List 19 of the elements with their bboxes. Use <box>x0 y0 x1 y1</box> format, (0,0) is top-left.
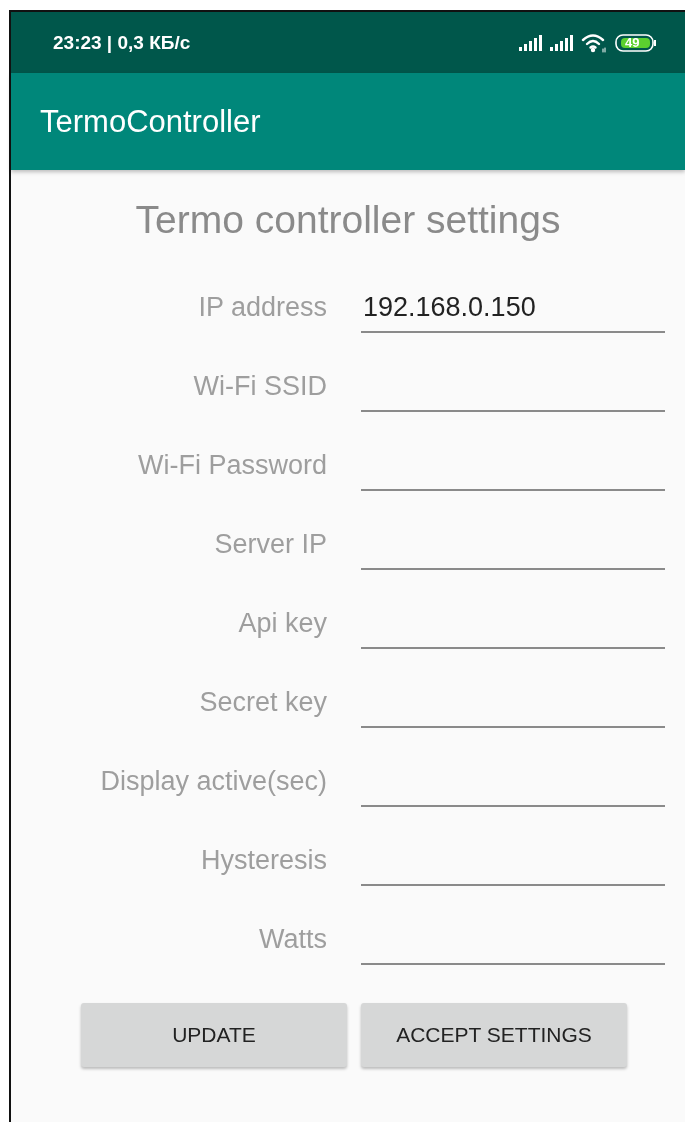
field-label: Wi-Fi SSID <box>192 371 327 403</box>
field-label: Server IP <box>213 529 327 561</box>
field-label: Display active(sec) <box>99 766 327 798</box>
page-heading: Termo controller settings <box>134 198 562 242</box>
wifi-icon <box>581 32 607 53</box>
update-button[interactable]: UPDATE <box>81 1003 347 1067</box>
field-label: Watts <box>258 924 327 956</box>
accept-settings-button[interactable]: ACCEPT SETTINGS <box>361 1003 627 1067</box>
field-label: Wi-Fi Password <box>137 450 327 482</box>
field-label: IP address <box>197 292 327 324</box>
app-title: TermoController <box>40 103 261 140</box>
field-label: Hysteresis <box>199 845 327 877</box>
input-field[interactable]: 192.168.0.150 <box>361 292 665 333</box>
status-time: 23:23 | 0,3 КБ/с <box>53 31 191 54</box>
battery-icon: 49 <box>615 33 657 52</box>
field-label: Secret key <box>198 687 327 719</box>
field-label: Api key <box>237 608 327 640</box>
signal-icon <box>550 34 573 51</box>
signal-icon <box>519 34 542 51</box>
